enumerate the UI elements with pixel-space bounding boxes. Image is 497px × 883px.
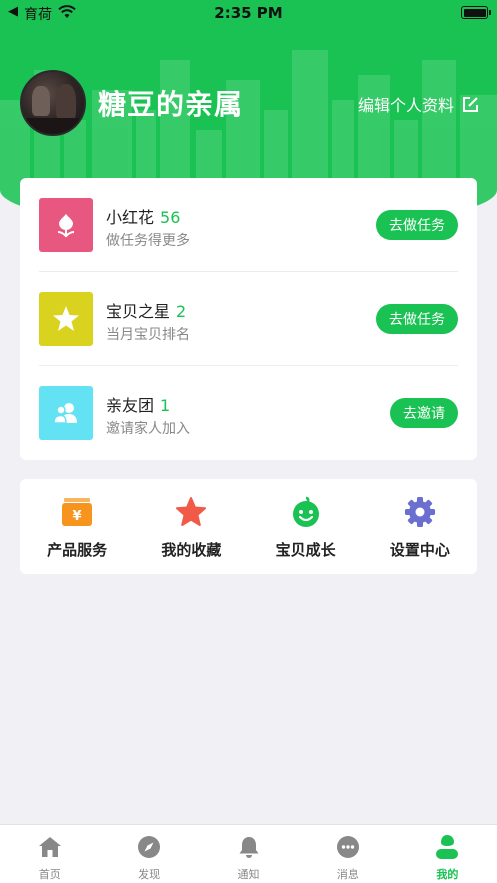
user-name: 糖豆的亲属 — [98, 88, 244, 121]
tab-label: 通知 — [237, 868, 260, 881]
tulip-icon — [39, 198, 93, 252]
compass-icon — [136, 834, 162, 860]
invite-button[interactable]: 去邀请 — [390, 398, 458, 428]
feature-label: 宝贝成长 — [275, 541, 336, 559]
star-rank: 2 — [176, 302, 187, 321]
edit-profile-button[interactable]: 编辑个人资料 — [358, 92, 479, 116]
tab-label: 首页 — [38, 868, 61, 881]
tab-messages[interactable]: 消息 — [298, 825, 397, 883]
task-subtitle: 做任务得更多 — [106, 233, 190, 249]
product-box-icon: ¥ — [60, 495, 94, 529]
chat-bubble-icon — [335, 834, 361, 860]
task-row-star: 宝贝之星 2 当月宝贝排名 去做任务 — [20, 272, 477, 366]
star-icon — [39, 292, 93, 346]
status-bar: ◀ 育荷 2:35 PM — [0, 0, 497, 26]
tab-label: 发现 — [138, 868, 161, 881]
avatar[interactable] — [20, 70, 86, 136]
family-icon — [39, 386, 93, 440]
task-title: 小红花 56 — [106, 204, 180, 228]
feature-favorites[interactable]: 我的收藏 — [134, 479, 248, 574]
family-count: 1 — [160, 396, 171, 415]
task-row-flowers: 小红花 56 做任务得更多 去做任务 — [20, 178, 477, 272]
tab-mine[interactable]: 我的 — [398, 825, 497, 883]
home-icon — [37, 834, 63, 860]
task-row-family: 亲友团 1 邀请家人加入 去邀请 — [20, 366, 477, 460]
do-task-button-star[interactable]: 去做任务 — [376, 304, 458, 334]
task-title-text: 宝贝之星 — [106, 302, 171, 321]
tab-notifications[interactable]: 通知 — [199, 825, 298, 883]
do-task-button-flowers[interactable]: 去做任务 — [376, 210, 458, 240]
feature-product-services[interactable]: ¥ 产品服务 — [20, 479, 134, 574]
feature-label: 我的收藏 — [161, 541, 222, 559]
gear-icon — [403, 495, 437, 529]
feature-label: 产品服务 — [47, 541, 108, 559]
feature-label: 设置中心 — [389, 541, 450, 559]
task-subtitle: 当月宝贝排名 — [106, 327, 190, 343]
feature-settings[interactable]: 设置中心 — [363, 479, 477, 574]
task-title-text: 亲友团 — [106, 396, 155, 415]
task-card: 小红花 56 做任务得更多 去做任务 宝贝之星 2 当月宝贝排名 去做任务 亲友… — [20, 178, 477, 460]
bell-icon — [236, 834, 262, 860]
tab-label: 消息 — [336, 868, 359, 881]
bottom-tab-bar: 首页 发现 通知 消息 我的 — [0, 824, 497, 883]
edit-square-icon — [463, 96, 478, 112]
profile-icon — [434, 834, 460, 860]
feature-grid: ¥ 产品服务 我的收藏 宝贝成长 设置中心 — [20, 479, 477, 574]
star-icon — [174, 495, 208, 529]
task-title-text: 小红花 — [106, 208, 155, 227]
tab-discover[interactable]: 发现 — [99, 825, 198, 883]
battery-icon — [461, 6, 491, 19]
flower-count: 56 — [160, 208, 181, 227]
task-title: 宝贝之星 2 — [106, 298, 186, 322]
task-title: 亲友团 1 — [106, 392, 170, 416]
svg-text:¥: ¥ — [73, 509, 82, 524]
status-time: 2:35 PM — [214, 4, 283, 22]
baby-face-icon — [289, 495, 323, 529]
task-subtitle: 邀请家人加入 — [106, 421, 190, 437]
feature-baby-growth[interactable]: 宝贝成长 — [249, 479, 363, 574]
tab-label: 我的 — [436, 868, 459, 881]
edit-profile-label: 编辑个人资料 — [357, 96, 454, 115]
tab-home[interactable]: 首页 — [0, 825, 99, 883]
